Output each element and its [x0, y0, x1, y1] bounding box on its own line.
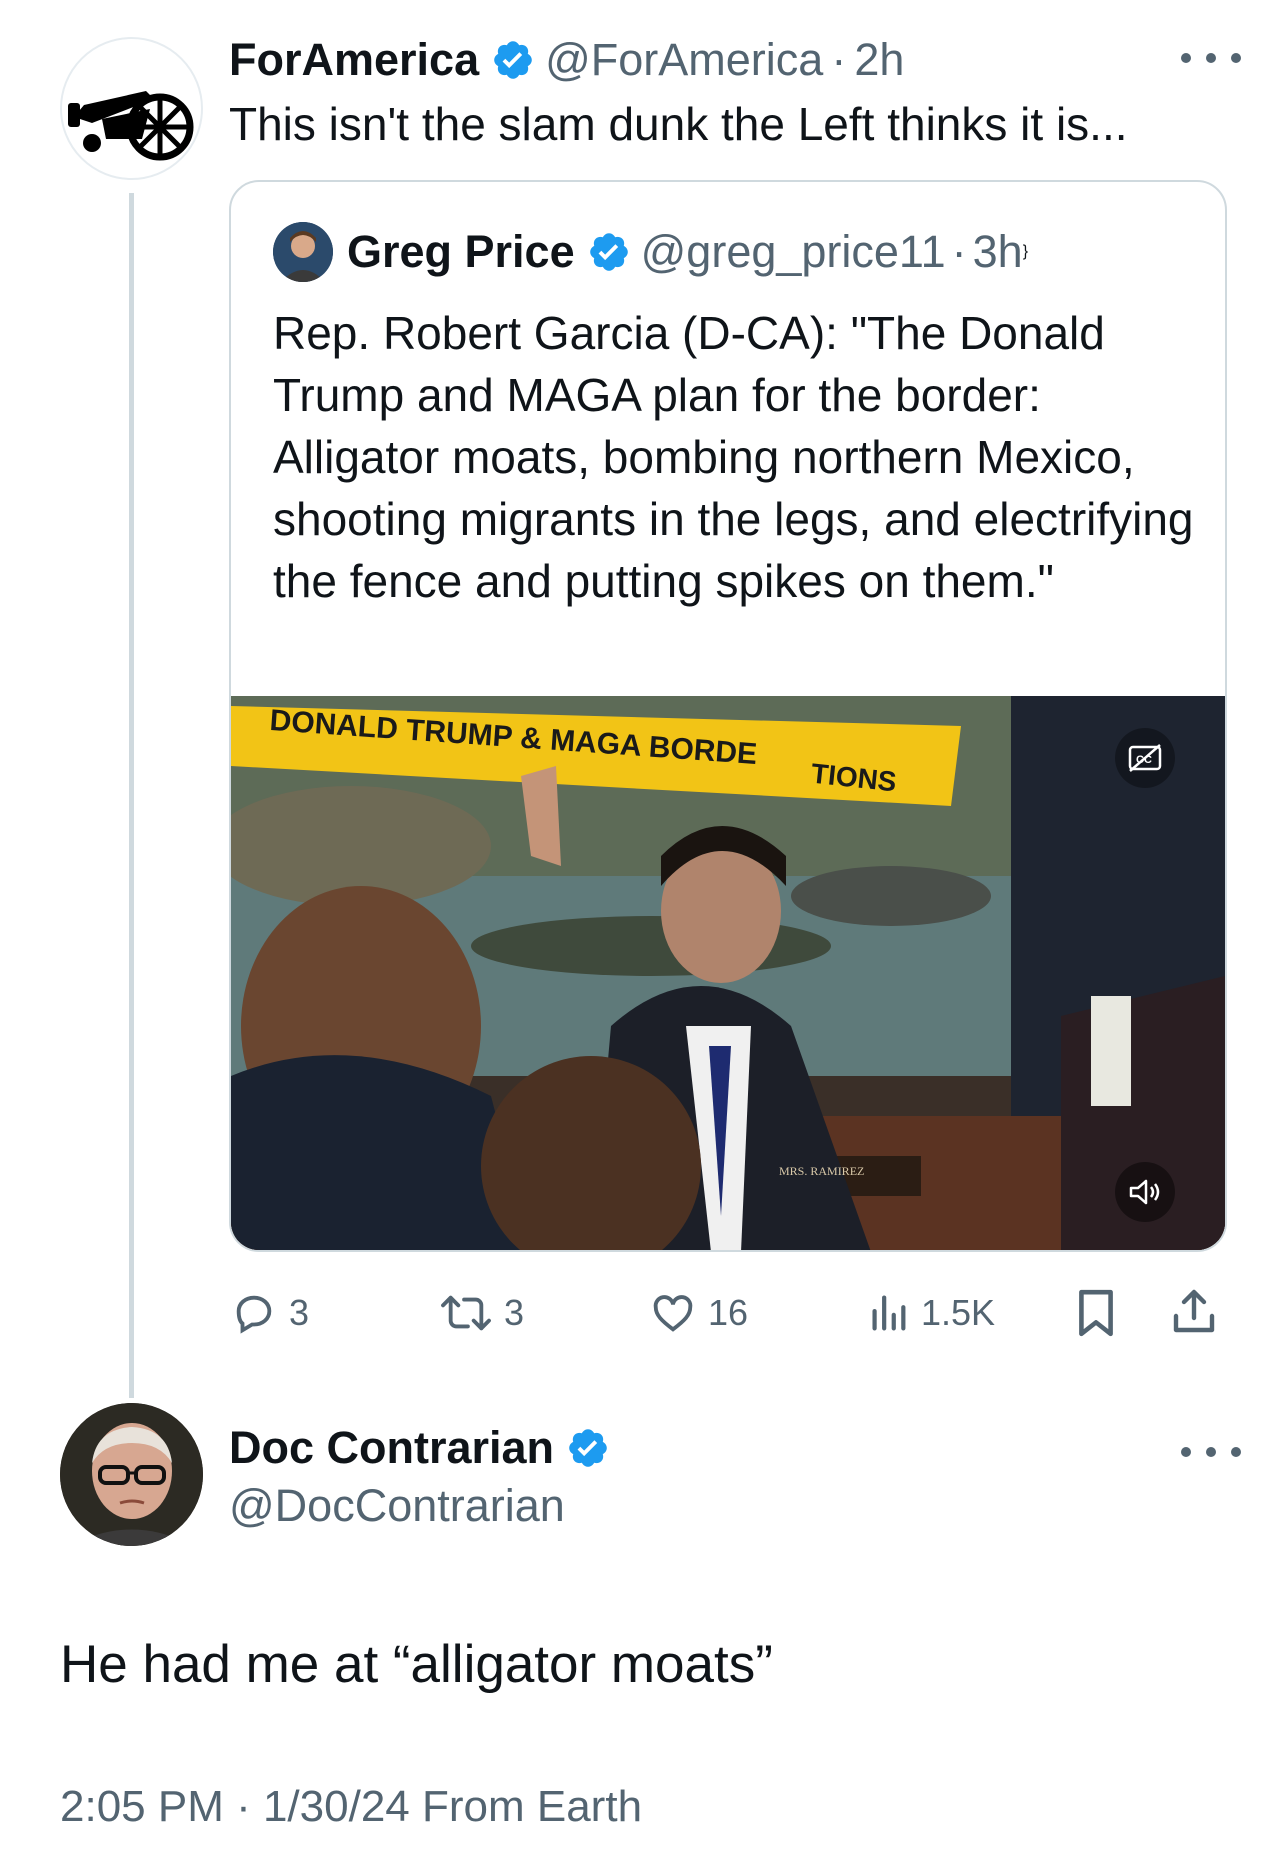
closed-captions-off-icon: CC [1128, 744, 1162, 772]
cannon-icon [68, 91, 194, 161]
greg-price-avatar[interactable] [273, 222, 333, 282]
reply-more-options-button[interactable] [1181, 1442, 1241, 1462]
bookmark-icon [1079, 1289, 1113, 1337]
views-button[interactable]: 1.5K [865, 1290, 995, 1336]
reply-author-name[interactable]: Doc Contrarian [229, 1422, 554, 1474]
author-name[interactable]: ForAmerica [229, 34, 479, 86]
views-chart-icon [872, 1295, 906, 1331]
reply-count: 3 [289, 1292, 310, 1333]
reply-timestamp[interactable]: 2:05 PM · 1/30/24 From Earth [60, 1782, 642, 1832]
quote-time[interactable]: 3h [973, 226, 1023, 278]
reply-author-handle[interactable]: @DocContrarian [229, 1480, 565, 1532]
verified-badge-icon [494, 41, 532, 79]
repost-icon [441, 1295, 491, 1331]
mute-button[interactable] [1115, 1162, 1175, 1222]
quote-video[interactable]: DONALD TRUMP & MAGA BORDE TIONS MRS. RAM… [231, 696, 1225, 1250]
video-frame [231, 696, 1225, 1250]
more-horizontal-icon [1181, 53, 1191, 63]
tweet-header: ForAmerica @ForAmerica · 2h [229, 30, 904, 90]
reply-header: Doc Contrarian [229, 1418, 620, 1478]
repost-count: 3 [504, 1292, 525, 1333]
bookmark-button[interactable] [1074, 1288, 1118, 1343]
share-button[interactable] [1170, 1286, 1218, 1343]
more-horizontal-icon [1181, 1447, 1191, 1457]
speaker-volume-icon [1129, 1179, 1160, 1205]
doc-contrarian-avatar[interactable] [60, 1403, 203, 1546]
heart-icon [653, 1295, 693, 1332]
verified-badge-icon [569, 1429, 607, 1467]
avatar-portrait-icon [60, 1403, 203, 1546]
quote-text: Rep. Robert Garcia (D-CA): "The Donald T… [273, 307, 1194, 607]
reply-text: He had me at “alligator moats” [60, 1635, 773, 1694]
thread-line [129, 193, 134, 1398]
avatar-portrait-icon [273, 222, 333, 282]
captions-button[interactable]: CC [1115, 728, 1175, 788]
reply-icon [236, 1295, 272, 1334]
quoted-tweet-card[interactable]: Greg Price @greg_price11 · 3h } Rep. Rob… [229, 180, 1227, 1252]
repost-button[interactable]: 3 [438, 1290, 524, 1336]
quote-author-name[interactable]: Greg Price [347, 226, 575, 278]
reply-button[interactable]: 3 [229, 1290, 309, 1336]
tweet-time[interactable]: 2h [854, 34, 904, 86]
quote-author-handle[interactable]: @greg_price11 [641, 226, 946, 278]
author-handle[interactable]: @ForAmerica [545, 34, 823, 86]
share-icon [1173, 1289, 1215, 1333]
tweet-text: This isn't the slam dunk the Left thinks… [229, 98, 1128, 150]
separator-dot: · [951, 226, 967, 277]
views-count: 1.5K [921, 1292, 996, 1333]
like-button[interactable]: 16 [648, 1290, 748, 1336]
nameplate-text: MRS. RAMIREZ [779, 1164, 865, 1178]
more-options-button[interactable] [1181, 48, 1241, 68]
quote-header: Greg Price @greg_price11 · 3h } [273, 222, 1028, 282]
verified-badge-icon [589, 233, 628, 271]
separator-dot: · [831, 34, 847, 85]
foramerica-avatar[interactable] [60, 37, 203, 180]
like-count: 16 [708, 1292, 749, 1333]
